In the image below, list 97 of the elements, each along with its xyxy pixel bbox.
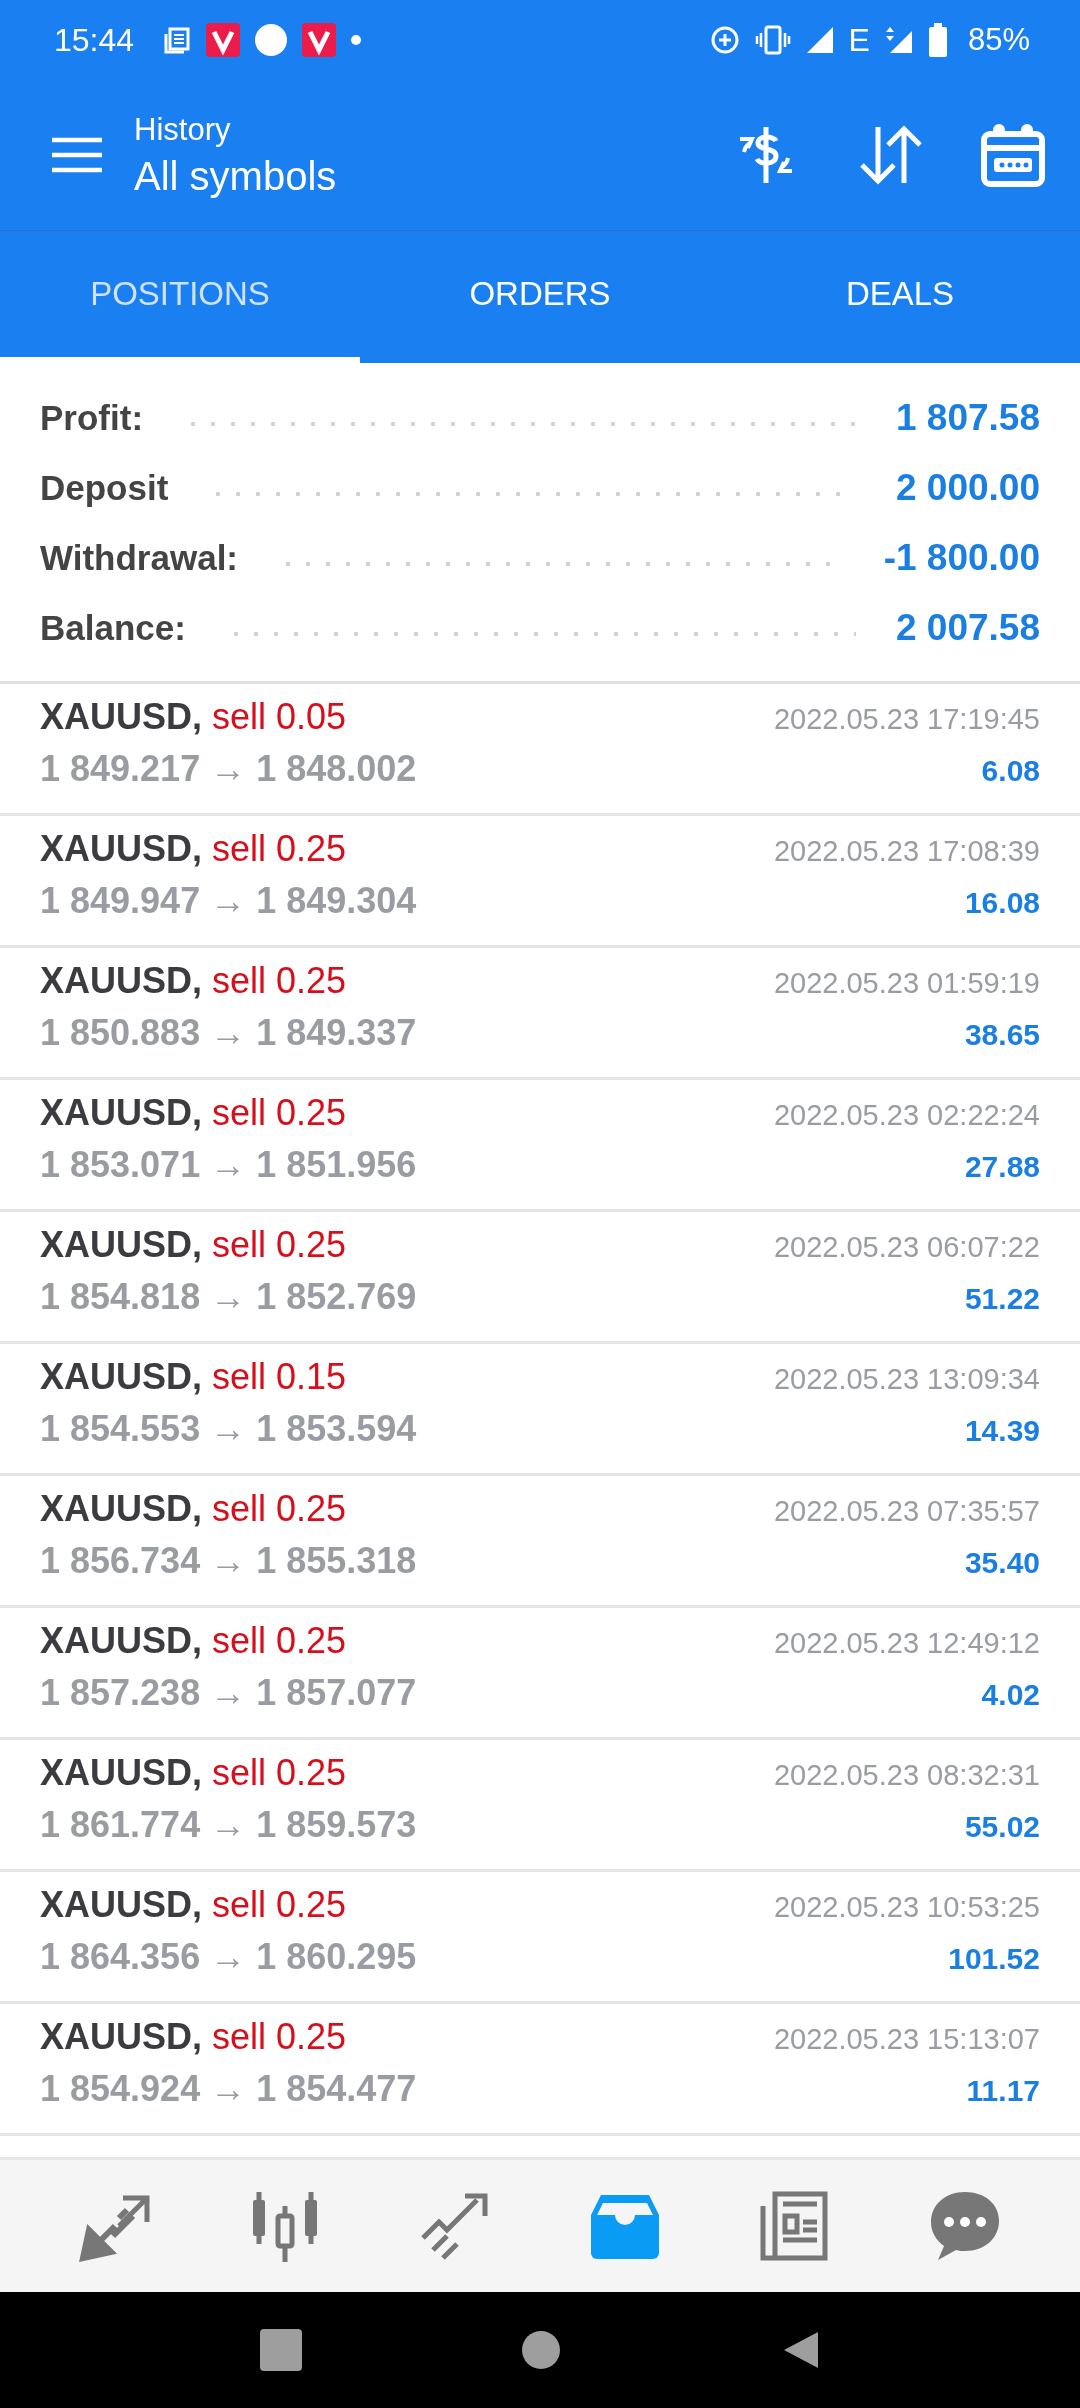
price-range: 1 853.071 → 1 851.956 (40, 1144, 417, 1186)
summary-value: 2 000.00 (895, 467, 1040, 509)
position-row[interactable]: XAUUSD, sell 0.25 2022.05.23 06:07:22 1 854.818 → 1 852.769 51.22 (0, 1212, 1080, 1344)
trade-profit: 27.88 (964, 1150, 1040, 1184)
position-row[interactable]: XAUUSD, sell 0.25 2022.05.23 10:53:25 1 864.356 → 1 860.295 101.52 (0, 1872, 1080, 2004)
price-range: 1 854.553 → 1 853.594 (40, 1408, 417, 1450)
trade-time: 2022.05.23 12:49:12 (773, 1627, 1040, 1660)
recents-button[interactable] (259, 2329, 302, 2371)
trade-profit: 101.52 (948, 1942, 1040, 1976)
trade-side: sell 0.25 (212, 1488, 347, 1530)
price-range: 1 850.883 → 1 849.337 (40, 1012, 417, 1054)
trade-profit: 35.40 (964, 1546, 1040, 1580)
symbol-label: XAUUSD, (40, 1488, 203, 1530)
trade-side: sell 0.25 (212, 1092, 347, 1134)
tab[interactable]: DEALS (720, 231, 1080, 363)
home-button[interactable] (521, 2330, 561, 2370)
sort-arrows-icon[interactable] (858, 123, 924, 187)
symbol-label: XAUUSD, (40, 1356, 203, 1398)
signal-icon (883, 25, 914, 55)
symbol-label: XAUUSD, (40, 1884, 203, 1926)
price-range: 1 861.774 → 1 859.573 (40, 1804, 417, 1846)
calendar-icon[interactable] (980, 122, 1046, 188)
position-row[interactable]: XAUUSD, sell 0.25 2022.05.23 07:35:57 1 856.734 → 1 855.318 35.40 (0, 1476, 1080, 1608)
app-icon (302, 23, 337, 57)
position-row[interactable]: XAUUSD, sell 0.25 2022.05.23 17:08:39 1 849.947 → 1 849.304 16.08 (0, 816, 1080, 948)
trade-profit: 14.39 (964, 1414, 1040, 1448)
trade-time: 2022.05.23 01:59:19 (773, 967, 1040, 1000)
position-row[interactable]: XAUUSD, sell 0.05 2022.05.23 17:19:45 1 849.217 → 1 848.002 6.08 (0, 684, 1080, 816)
dot-icon (350, 34, 363, 46)
price-range: 1 849.217 → 1 848.002 (40, 748, 417, 790)
symbol-label: XAUUSD, (40, 1224, 203, 1266)
trade-time: 2022.05.23 15:13:07 (773, 2023, 1040, 2056)
trade-time: 2022.05.23 13:09:34 (773, 1363, 1040, 1396)
trade-side: sell 0.25 (212, 960, 347, 1002)
price-range: 1 864.356 → 1 860.295 (40, 1936, 417, 1978)
summary-label: Balance: (40, 608, 186, 648)
document-icon (162, 25, 193, 55)
trade-time: 2022.05.23 17:19:45 (773, 703, 1040, 736)
summary-value: 1 807.58 (895, 397, 1040, 439)
trade-profit: 16.08 (964, 886, 1040, 920)
summary-label: Deposit (40, 468, 169, 508)
trade-time: 2022.05.23 07:35:57 (773, 1495, 1040, 1528)
battery-percent: 85% (967, 22, 1030, 58)
symbol-label: XAUUSD, (40, 696, 203, 738)
inbox-icon[interactable] (589, 2193, 661, 2259)
trade-profit: 11.17 (966, 2074, 1040, 2108)
trade-profit: 55.02 (964, 1810, 1040, 1844)
trade-time: 2022.05.23 08:32:31 (773, 1759, 1040, 1792)
position-row[interactable]: XAUUSD, sell 0.25 2022.05.23 15:13:07 1 854.924 → 1 854.477 11.17 (0, 2004, 1080, 2136)
trade-side: sell 0.15 (212, 1356, 347, 1398)
trade-side: sell 0.25 (212, 2016, 347, 2058)
position-row[interactable]: XAUUSD, sell 0.25 2022.05.23 08:32:31 1 861.774 → 1 859.573 55.02 (0, 1740, 1080, 1872)
app-icon (206, 23, 241, 57)
trade-profit: 51.22 (964, 1282, 1040, 1316)
vibrate-icon (754, 24, 791, 56)
trade-side: sell 0.25 (212, 1620, 347, 1662)
trade-side: sell 0.25 (212, 1224, 347, 1266)
position-row[interactable]: XAUUSD, sell 0.25 2022.05.23 12:49:12 1 857.238 → 1 857.077 4.02 (0, 1608, 1080, 1740)
screen-subtitle: History (134, 111, 231, 148)
trade-time: 2022.05.23 17:08:39 (773, 835, 1040, 868)
price-range: 1 854.924 → 1 854.477 (40, 2068, 417, 2110)
price-range: 1 849.947 → 1 849.304 (40, 880, 417, 922)
symbol-label: XAUUSD, (40, 2016, 203, 2058)
newspaper-icon[interactable] (759, 2190, 831, 2262)
trade-time: 2022.05.23 06:07:22 (773, 1231, 1040, 1264)
clock: 15:44 (54, 21, 135, 59)
position-row[interactable]: XAUUSD, sell 0.25 2022.05.23 02:22:24 1 853.071 → 1 851.956 27.88 (0, 1080, 1080, 1212)
summary-value: 2 007.58 (895, 607, 1040, 649)
price-range: 1 857.238 → 1 857.077 (40, 1672, 417, 1714)
trade-side: sell 0.25 (212, 1752, 347, 1794)
symbol-label: XAUUSD, (40, 1752, 203, 1794)
trade-side: sell 0.25 (212, 1884, 347, 1926)
trade-side: sell 0.05 (212, 696, 347, 738)
tab[interactable]: ORDERS (360, 231, 720, 363)
chat-icon[interactable] (929, 2190, 1001, 2262)
price-range: 1 856.734 → 1 855.318 (40, 1540, 417, 1582)
trade-time: 2022.05.23 10:53:25 (773, 1891, 1040, 1924)
price-range: 1 854.818 → 1 852.769 (40, 1276, 417, 1318)
circle-icon (254, 23, 289, 57)
trade-profit: 4.02 (981, 1678, 1040, 1712)
summary-value: -1 800.00 (883, 537, 1040, 579)
position-row[interactable]: XAUUSD, sell 0.15 2022.05.23 13:09:34 1 854.553 → 1 853.594 14.39 (0, 1344, 1080, 1476)
symbol-label: XAUUSD, (40, 1092, 203, 1134)
position-row[interactable]: XAUUSD, sell 0.25 2022.05.23 01:59:19 1 850.883 → 1 849.337 38.65 (0, 948, 1080, 1080)
trade-profit: 6.08 (981, 754, 1040, 788)
trade-profit: 38.65 (964, 1018, 1040, 1052)
summary-label: Withdrawal: (40, 538, 239, 578)
trade-time: 2022.05.23 02:22:24 (773, 1099, 1040, 1132)
summary-label: Profit: (40, 398, 144, 438)
battery-icon (927, 23, 948, 57)
menu-icon[interactable] (52, 137, 102, 173)
symbol-label: XAUUSD, (40, 1620, 203, 1662)
symbol-selector[interactable]: All symbols (134, 153, 337, 199)
symbol-label: XAUUSD, (40, 828, 203, 870)
trade-side: sell 0.25 (212, 828, 347, 870)
network-type: E (848, 21, 870, 59)
symbol-label: XAUUSD, (40, 960, 203, 1002)
